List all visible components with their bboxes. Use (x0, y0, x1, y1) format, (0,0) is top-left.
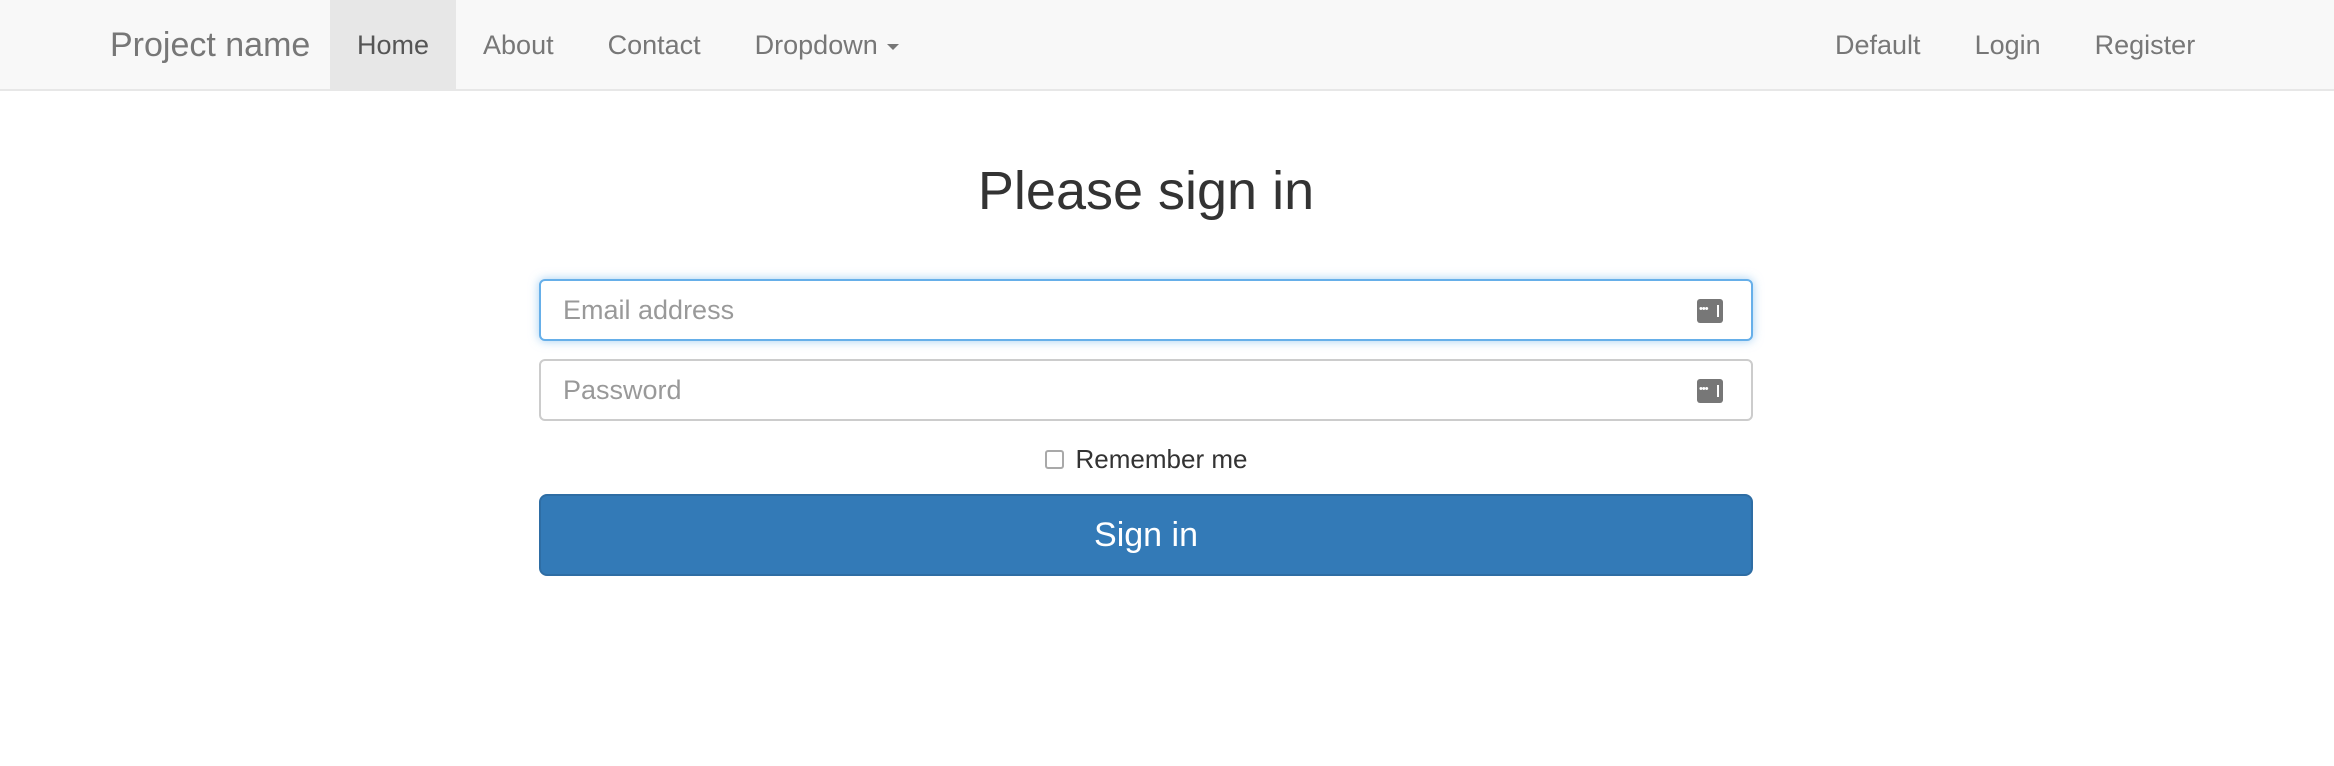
navbar-brand[interactable]: Project name (110, 0, 310, 90)
nav-item-dropdown[interactable]: Dropdown (728, 0, 926, 90)
remember-me-checkbox[interactable] (1044, 449, 1064, 469)
navbar-right-menu: Default Login Register (1808, 0, 2222, 90)
remember-me-row: Remember me (539, 443, 1753, 475)
signin-heading: Please sign in (977, 161, 1315, 221)
nav-item-default[interactable]: Default (1808, 0, 1948, 90)
password-field-wrapper (539, 359, 1753, 421)
nav-item-login[interactable]: Login (1948, 0, 2068, 90)
navbar-left-menu: Home About Contact Dropdown (330, 0, 926, 90)
caret-down-icon (886, 43, 899, 50)
nav-item-dropdown-label: Dropdown (754, 30, 878, 60)
email-field-wrapper (539, 279, 1753, 341)
nav-item-contact[interactable]: Contact (581, 0, 728, 90)
remember-me-label[interactable]: Remember me (1076, 444, 1248, 475)
nav-item-home[interactable]: Home (330, 0, 457, 90)
sign-in-button[interactable]: Sign in (539, 494, 1753, 576)
email-field[interactable] (541, 281, 1751, 339)
password-field[interactable] (541, 361, 1751, 419)
top-navbar: Project name Home About Contact Dropdown… (0, 0, 2334, 91)
nav-item-about[interactable]: About (456, 0, 581, 90)
nav-item-register[interactable]: Register (2068, 0, 2223, 90)
